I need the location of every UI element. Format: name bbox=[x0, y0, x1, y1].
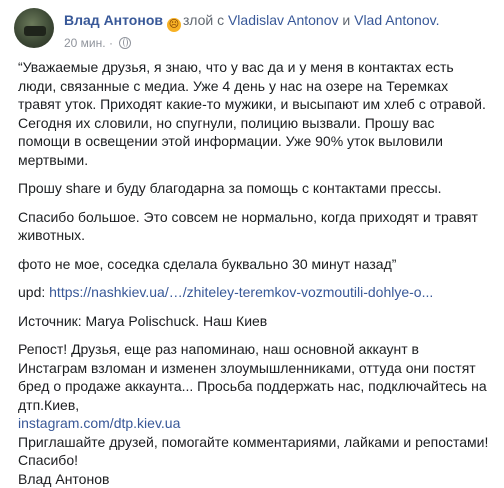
invite-line: Приглашайте друзей, помогайте комментари… bbox=[18, 433, 490, 452]
post-meta: 20 мин. · bbox=[64, 35, 439, 51]
post-title-line: Влад Антонов☹злой с Vladislav Antonov и … bbox=[64, 11, 439, 32]
feeling-label: злой bbox=[183, 12, 213, 28]
quote-paragraph-4: фото не мое, соседка сделала буквально 3… bbox=[18, 255, 490, 274]
avatar[interactable] bbox=[14, 8, 54, 48]
author-name[interactable]: Влад Антонов bbox=[64, 12, 163, 28]
and-label: и bbox=[342, 12, 350, 28]
source-line: Источник: Marya Polischuck. Наш Киев bbox=[18, 312, 490, 331]
update-link[interactable]: https://nashkiev.ua/…/zhiteley-teremkov-… bbox=[49, 284, 433, 300]
repost-paragraph: Репост! Друзья, еще раз напоминаю, наш о… bbox=[18, 340, 490, 414]
thanks-line: Спасибо! bbox=[18, 451, 490, 470]
post-header-text: Влад Антонов☹злой с Vladislav Antonov и … bbox=[64, 8, 439, 51]
update-line: upd: https://nashkiev.ua/…/zhiteley-tere… bbox=[18, 283, 490, 302]
post-timestamp[interactable]: 20 мин. bbox=[64, 36, 106, 50]
facebook-post: Влад Антонов☹злой с Vladislav Antonov и … bbox=[0, 0, 504, 463]
quote-paragraph-2: Прошу share и буду благодарна за помощь … bbox=[18, 179, 490, 198]
tagged-user-2[interactable]: Vlad Antonov. bbox=[354, 12, 439, 28]
tagged-user-1[interactable]: Vladislav Antonov bbox=[228, 12, 339, 28]
globe-icon[interactable] bbox=[119, 37, 131, 49]
signature-line: Влад Антонов bbox=[18, 470, 490, 488]
post-body: “Уважаемые друзья, я знаю, что у вас да … bbox=[18, 58, 490, 488]
post-header: Влад Антонов☹злой с Vladislav Antonov и … bbox=[14, 8, 439, 52]
with-label: с bbox=[217, 12, 224, 28]
quote-paragraph-3: Спасибо большое. Это совсем не нормально… bbox=[18, 208, 490, 245]
instagram-link[interactable]: instagram.com/dtp.kiev.ua bbox=[18, 415, 180, 431]
meta-separator: · bbox=[109, 36, 113, 50]
angry-face-icon: ☹ bbox=[167, 18, 181, 32]
quote-paragraph-1: “Уважаемые друзья, я знаю, что у вас да … bbox=[18, 58, 490, 169]
update-label: upd: bbox=[18, 284, 45, 300]
